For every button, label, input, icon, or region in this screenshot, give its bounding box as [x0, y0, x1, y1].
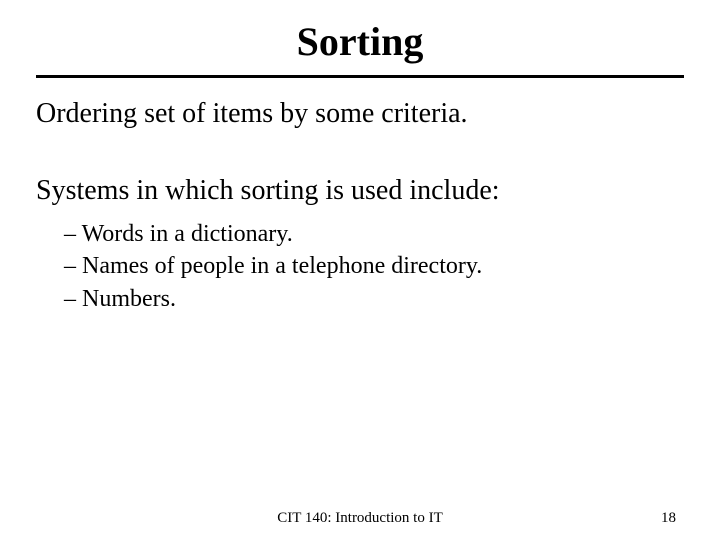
footer-page-number: 18: [661, 510, 676, 527]
paragraph-intro: Systems in which sorting is used include…: [36, 173, 684, 208]
list-item: Numbers.: [64, 283, 684, 315]
paragraph-definition: Ordering set of items by some criteria.: [36, 96, 684, 131]
footer-course: CIT 140: Introduction to IT: [0, 510, 720, 527]
list-item: Words in a dictionary.: [64, 218, 684, 250]
slide: Sorting Ordering set of items by some cr…: [0, 0, 720, 540]
title-rule: [36, 75, 684, 78]
slide-title: Sorting: [36, 18, 684, 65]
bullet-list: Words in a dictionary. Names of people i…: [36, 218, 684, 315]
list-item: Names of people in a telephone directory…: [64, 250, 684, 282]
